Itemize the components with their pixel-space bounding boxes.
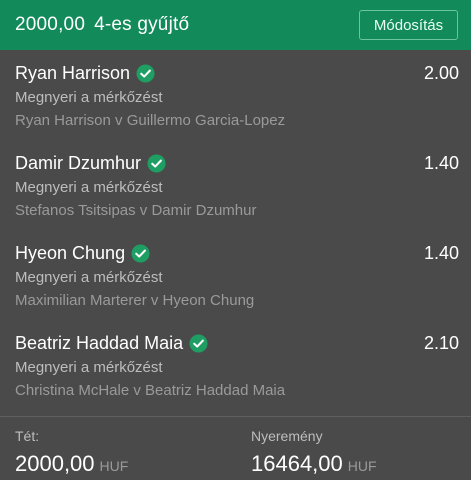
header-stake: 2000,00: [15, 14, 86, 35]
check-circle-icon: [147, 154, 166, 173]
bet-selection: Hyeon Chung: [15, 243, 150, 264]
winnings-currency: HUF: [347, 458, 377, 474]
check-circle-icon: [189, 334, 208, 353]
selection-name: Beatriz Haddad Maia: [15, 333, 184, 353]
selection-name: Hyeon Chung: [15, 243, 126, 263]
bet-item[interactable]: Beatriz Haddad Maia 2.10 Megnyeri a mérk…: [0, 320, 471, 410]
winnings-label: Nyeremény: [251, 428, 323, 444]
winnings-amount: 16464,00 HUF: [251, 451, 377, 477]
bet-odds: 1.40: [423, 243, 459, 263]
bet-event: Maximilian Marterer v Hyeon Chung: [15, 292, 255, 309]
check-circle-icon: [136, 64, 155, 83]
selection-name: Damir Dzumhur: [15, 153, 142, 173]
bet-event: Stefanos Tsitsipas v Damir Dzumhur: [15, 202, 257, 219]
bet-selection: Ryan Harrison: [15, 63, 155, 84]
bet-market: Megnyeri a mérkőzést: [15, 359, 163, 376]
bet-selection: Damir Dzumhur: [15, 153, 166, 174]
bet-selection: Beatriz Haddad Maia: [15, 333, 208, 354]
stake-amount: 2000,00 HUF: [15, 451, 128, 477]
bet-odds: 2.00: [423, 63, 459, 83]
bet-slip-header: 2000,00 4-es gyűjtő Módosítás: [0, 0, 471, 50]
stake-currency: HUF: [99, 458, 129, 474]
winnings-value: 16464,00: [251, 451, 343, 476]
bet-item[interactable]: Damir Dzumhur 1.40 Megnyeri a mérkőzést …: [0, 140, 471, 230]
bet-item[interactable]: Ryan Harrison 2.00 Megnyeri a mérkőzést …: [0, 50, 471, 140]
bet-event: Ryan Harrison v Guillermo Garcia-Lopez: [15, 112, 286, 129]
bet-odds: 2.10: [423, 333, 459, 353]
bet-slip-footer: Tét: 2000,00 HUF Nyeremény 16464,00 HUF: [0, 417, 471, 480]
header-bet-type: 4-es gyűjtő: [94, 14, 190, 35]
bet-market: Megnyeri a mérkőzést: [15, 179, 163, 196]
stake-label: Tét:: [15, 428, 40, 444]
bet-item[interactable]: Hyeon Chung 1.40 Megnyeri a mérkőzést Ma…: [0, 230, 471, 320]
edit-button[interactable]: Módosítás: [359, 10, 458, 40]
bet-event: Christina McHale v Beatriz Haddad Maia: [15, 382, 286, 399]
bet-odds: 1.40: [423, 153, 459, 173]
bet-slip-title: 2000,00 4-es gyűjtő: [15, 14, 189, 36]
bet-market: Megnyeri a mérkőzést: [15, 89, 163, 106]
stake-value: 2000,00: [15, 451, 95, 476]
selection-name: Ryan Harrison: [15, 63, 131, 83]
bet-market: Megnyeri a mérkőzést: [15, 269, 163, 286]
check-circle-icon: [131, 244, 150, 263]
